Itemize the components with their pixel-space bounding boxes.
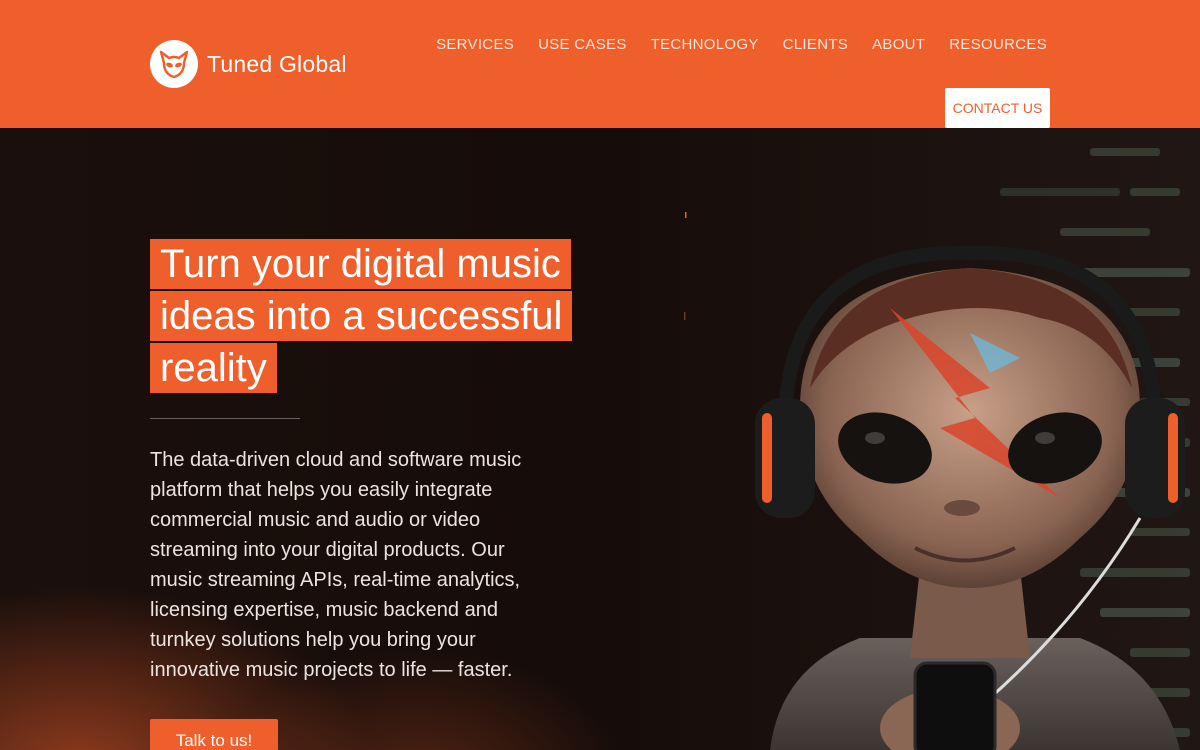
main-nav: SERVICES USE CASES TECHNOLOGY CLIENTS AB… — [424, 35, 1047, 55]
talk-to-us-button[interactable]: Talk to us! — [150, 719, 278, 750]
brand-logo[interactable]: Tuned Global — [150, 40, 347, 88]
nav-item-use-cases[interactable]: USE CASES — [526, 35, 639, 55]
nav-item-services[interactable]: SERVICES — [424, 35, 526, 55]
headline-divider — [150, 418, 300, 419]
hero-headline: Turn your digital music ideas into a suc… — [150, 239, 573, 395]
alien-with-headphones-image — [755, 245, 1185, 750]
nav-item-resources[interactable]: RESOURCES — [937, 35, 1047, 55]
headline-line-3: reality — [150, 343, 277, 393]
hero-description: The data-driven cloud and software music… — [150, 449, 522, 681]
contact-us-button[interactable]: CONTACT US — [945, 88, 1050, 128]
headline-line-1: Turn your digital music — [150, 239, 571, 289]
hero-section: Turn your digital music ideas into a suc… — [0, 128, 1200, 750]
decorative-speck — [684, 212, 687, 322]
nav-item-technology[interactable]: TECHNOLOGY — [639, 35, 771, 55]
nav-item-about[interactable]: ABOUT — [860, 35, 937, 55]
site-header: Tuned Global SERVICES USE CASES TECHNOLO… — [0, 0, 1200, 128]
headline-line-2: ideas into a successful — [150, 291, 573, 341]
nav-item-clients[interactable]: CLIENTS — [771, 35, 860, 55]
alien-head-icon — [150, 40, 198, 88]
brand-name: Tuned Global — [207, 50, 347, 77]
